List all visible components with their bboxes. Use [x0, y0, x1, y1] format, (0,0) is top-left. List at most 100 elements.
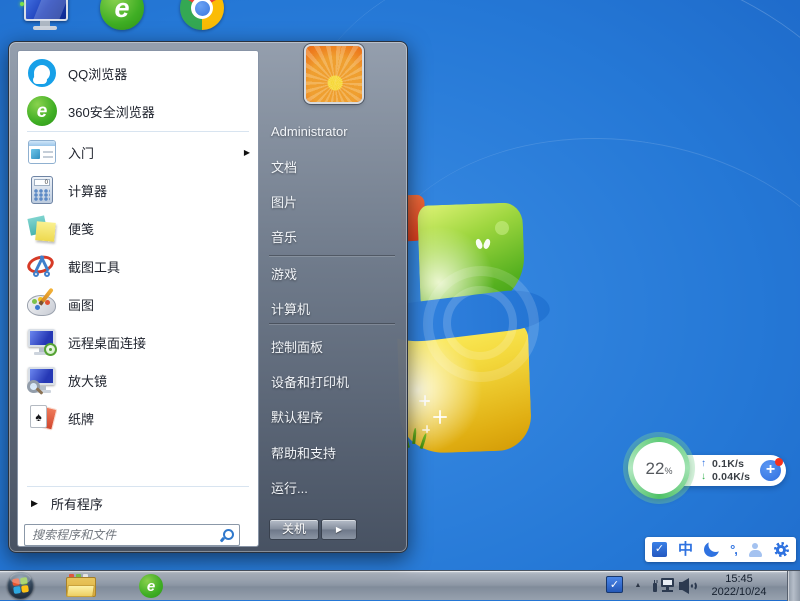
submenu-arrow-icon: ▶ — [244, 148, 250, 157]
item-label: 放大镜 — [68, 371, 107, 390]
item-label: 360安全浏览器 — [68, 102, 155, 121]
all-programs-label: 所有程序 — [51, 494, 103, 513]
windows-logo-icon — [12, 577, 29, 594]
shutdown-button[interactable]: 关机 — [269, 519, 319, 540]
start-menu-user-name[interactable]: Administrator — [271, 119, 348, 145]
show-hidden-icons-button[interactable]: ▲ — [630, 571, 646, 601]
shutdown-options-arrow[interactable]: ▶ — [321, 519, 357, 540]
item-label: 画图 — [68, 295, 94, 314]
ime-punctuation-button[interactable]: °, — [730, 543, 737, 556]
start-menu-item-getting-started[interactable]: 入门 ▶ — [18, 133, 258, 171]
butterfly-decoration — [476, 238, 490, 250]
taskbar-360-browser-button[interactable]: e — [139, 574, 163, 598]
upload-arrow-icon: ↑ — [701, 459, 712, 469]
separator — [27, 486, 249, 487]
sparkle-decoration — [419, 395, 430, 406]
start-menu: QQ浏览器 e 360安全浏览器 入门 ▶ 0 计算器 便笺 — [8, 41, 408, 553]
item-label: 便笺 — [68, 219, 94, 238]
start-menu-item-games[interactable]: 游戏 — [271, 262, 297, 288]
ime-user-icon[interactable] — [748, 543, 763, 557]
start-menu-item-qq-browser[interactable]: QQ浏览器 — [18, 54, 258, 92]
ime-toolbar: ✓ 中 °, — [645, 537, 796, 562]
left-panel-spacer — [18, 437, 258, 485]
desktop-icon-360-browser[interactable]: e — [100, 0, 144, 30]
item-label: 远程桌面连接 — [68, 333, 146, 352]
start-menu-item-remote-desktop[interactable]: 远程桌面连接 — [18, 323, 258, 361]
snipping-tool-icon — [25, 249, 59, 283]
start-menu-item-documents[interactable]: 文档 — [271, 155, 297, 181]
upload-speed: 0.1K/s — [712, 458, 744, 470]
bokeh-dot — [495, 221, 509, 235]
windows7-desktop: { "desktop": { "icon_names": ["computer"… — [0, 0, 800, 600]
start-menu-item-calculator[interactable]: 0 计算器 — [18, 171, 258, 209]
item-label: 纸牌 — [68, 409, 94, 428]
ime-settings-gear-icon[interactable] — [774, 542, 789, 557]
start-menu-item-magnifier[interactable]: 放大镜 — [18, 361, 258, 399]
bokeh-ring — [443, 286, 517, 360]
sticky-notes-icon — [25, 211, 59, 245]
all-programs-arrow-icon: ▶ — [31, 498, 38, 509]
item-label: 截图工具 — [68, 257, 120, 276]
start-menu-item-run[interactable]: 运行... — [271, 476, 308, 502]
clock-date: 2022/10/24 — [700, 586, 778, 599]
tray-ime-indicator[interactable]: ✓ — [606, 576, 623, 593]
start-menu-item-sticky-notes[interactable]: 便笺 — [18, 209, 258, 247]
clock-time: 15:45 — [700, 573, 778, 586]
search-box[interactable] — [24, 524, 240, 546]
desktop-icon-computer[interactable] — [22, 0, 70, 38]
start-menu-item-pictures[interactable]: 图片 — [271, 190, 297, 216]
ime-fullwidth-moon-icon[interactable] — [704, 542, 719, 557]
start-menu-item-control-panel[interactable]: 控制面板 — [271, 335, 323, 361]
start-menu-item-360-browser[interactable]: e 360安全浏览器 — [18, 92, 258, 130]
magnifier-icon — [25, 363, 59, 397]
ime-status-icon[interactable]: ✓ — [652, 542, 667, 557]
memory-usage-ball[interactable]: 22 % — [628, 437, 690, 499]
download-arrow-icon: ↓ — [701, 472, 712, 482]
search-input[interactable] — [30, 527, 220, 543]
add-button[interactable]: + — [760, 460, 781, 481]
network-tray-icon[interactable] — [652, 578, 674, 594]
volume-tray-icon[interactable] — [679, 578, 697, 594]
user-avatar[interactable] — [306, 46, 362, 102]
search-icon — [220, 528, 234, 542]
remote-desktop-icon — [25, 325, 59, 359]
start-menu-item-computer[interactable]: 计算机 — [271, 297, 310, 323]
start-menu-item-snipping-tool[interactable]: 截图工具 — [18, 247, 258, 285]
separator — [269, 255, 395, 256]
download-speed: 0.04K/s — [712, 471, 750, 483]
desktop-icon-chrome[interactable] — [180, 0, 224, 30]
computer-power-led — [20, 2, 24, 6]
percent-unit: % — [664, 466, 672, 476]
item-label: 入门 — [68, 143, 94, 162]
start-menu-item-music[interactable]: 音乐 — [271, 225, 297, 251]
memory-usage-value: 22 % — [633, 442, 685, 494]
taskbar-explorer-button[interactable] — [66, 575, 96, 597]
separator — [269, 323, 395, 324]
separator — [27, 131, 249, 132]
start-button[interactable] — [7, 572, 34, 599]
calculator-icon: 0 — [25, 173, 59, 207]
computer-icon — [24, 0, 68, 21]
folder-front — [66, 585, 95, 597]
paint-icon — [25, 287, 59, 321]
360-browser-icon: e — [25, 94, 59, 128]
ime-mode-button[interactable]: 中 — [678, 542, 693, 557]
start-menu-item-paint[interactable]: 画图 — [18, 285, 258, 323]
computer-base — [33, 26, 57, 30]
start-menu-item-devices-printers[interactable]: 设备和打印机 — [271, 370, 349, 396]
start-menu-left-panel: QQ浏览器 e 360安全浏览器 入门 ▶ 0 计算器 便笺 — [17, 50, 259, 547]
all-programs-button[interactable]: ▶ 所有程序 — [18, 488, 258, 518]
solitaire-icon: ♠ — [25, 401, 59, 435]
360-browser-icon: e — [114, 0, 129, 22]
qq-browser-icon — [25, 56, 59, 90]
start-menu-item-default-programs[interactable]: 默认程序 — [271, 405, 323, 431]
taskbar: e ✓ ▲ 15:45 2022/10/24 — [0, 570, 800, 600]
getting-started-icon — [25, 135, 59, 169]
percent-number: 22 — [646, 460, 665, 477]
taskbar-clock[interactable]: 15:45 2022/10/24 — [700, 573, 778, 599]
start-menu-item-help-support[interactable]: 帮助和支持 — [271, 441, 336, 467]
360-browser-icon: e — [147, 579, 155, 594]
item-label: 计算器 — [68, 181, 107, 200]
start-menu-item-solitaire[interactable]: ♠ 纸牌 — [18, 399, 258, 437]
show-desktop-button[interactable] — [787, 571, 800, 601]
